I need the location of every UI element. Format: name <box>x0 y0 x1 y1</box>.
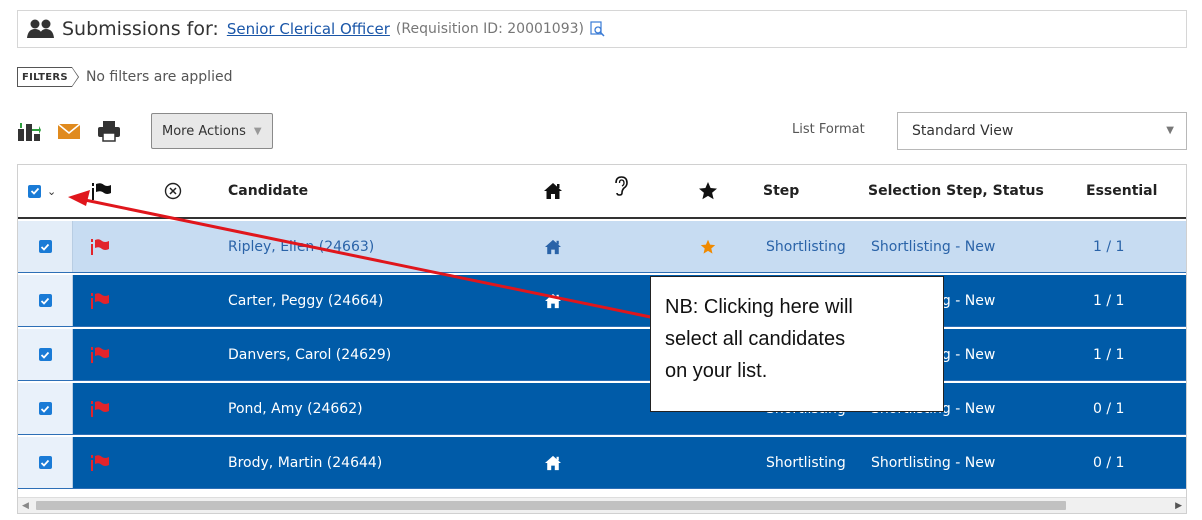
list-format-value: Standard View <box>912 123 1014 139</box>
people-icon <box>26 18 56 40</box>
table-row[interactable]: Danvers, Carol (24629)ShortlistingShortl… <box>18 329 1186 381</box>
row-checkbox[interactable] <box>38 294 52 307</box>
row-checkbox[interactable] <box>38 456 52 469</box>
email-icon[interactable] <box>57 120 81 142</box>
status-cell[interactable]: Shortlisting - New <box>871 455 995 471</box>
candidate-name-link[interactable]: Ripley, Ellen (24663) <box>228 239 374 255</box>
toolbar: More Actions ▼ List Format Standard View… <box>17 112 1187 150</box>
essential-cell: 0 / 1 <box>1093 454 1125 471</box>
requisition-link[interactable]: Senior Clerical Officer <box>227 20 390 38</box>
column-header-essential[interactable]: Essential <box>1086 183 1157 199</box>
requisition-id: (Requisition ID: 20001093) <box>395 21 584 37</box>
status-cell[interactable]: Shortlisting - New <box>871 239 995 255</box>
home-icon <box>544 437 562 488</box>
chevron-down-icon[interactable]: ⌄ <box>47 185 56 198</box>
table-row[interactable]: Brody, Martin (24644) Shortlisting Shortli… <box>18 437 1186 489</box>
star-icon[interactable] <box>700 221 716 272</box>
table-row[interactable]: Ripley, Ellen (24663) Shortlisting Shortli… <box>18 221 1186 273</box>
horizontal-scrollbar[interactable]: ◀ ▶ <box>18 497 1186 513</box>
annotation-callout: NB: Clicking here will select all candid… <box>650 276 944 412</box>
page-title: Submissions for: <box>62 18 219 40</box>
table-row[interactable]: Carter, Peggy (24664)ShortlistingShortli… <box>18 275 1186 327</box>
essential-cell: 1 / 1 <box>1093 346 1125 363</box>
essential-cell: 1 / 1 <box>1093 292 1125 309</box>
step-cell: Shortlisting <box>766 238 846 255</box>
flag-icon[interactable] <box>90 437 110 488</box>
grid-header: ⌄ Candidate Step Selection Step, Status … <box>18 165 1186 219</box>
move-candidates-icon[interactable] <box>17 120 41 142</box>
flag-column-icon[interactable] <box>90 165 112 217</box>
candidate-name-link[interactable]: Danvers, Carol (24629) <box>228 347 391 363</box>
scroll-right-icon[interactable]: ▶ <box>1175 501 1182 511</box>
step-cell: Shortlisting <box>766 454 846 471</box>
candidate-name-link[interactable]: Carter, Peggy (24664) <box>228 293 383 309</box>
star-column-icon[interactable] <box>698 165 718 217</box>
ear-column-icon[interactable] <box>613 165 629 217</box>
list-format-select[interactable]: Standard View ▼ <box>897 112 1187 150</box>
essential-cell: 0 / 1 <box>1093 400 1125 417</box>
home-column-icon[interactable] <box>543 165 563 217</box>
scrollbar-thumb[interactable] <box>36 501 1066 510</box>
row-select-cell[interactable] <box>18 275 73 326</box>
filters-toggle[interactable]: FILTERS <box>17 67 79 87</box>
print-icon[interactable] <box>97 120 121 142</box>
list-format-label: List Format <box>792 122 865 137</box>
flag-icon[interactable] <box>90 383 110 434</box>
row-select-cell[interactable] <box>18 437 73 488</box>
more-actions-button[interactable]: More Actions ▼ <box>151 113 273 149</box>
select-all-control[interactable]: ⌄ <box>28 165 56 217</box>
table-row[interactable]: Pond, Amy (24662)ShortlistingShortlistin… <box>18 383 1186 435</box>
flag-icon[interactable] <box>90 329 110 380</box>
callout-line-2: select all candidates <box>665 328 846 350</box>
column-header-step[interactable]: Step <box>763 183 799 199</box>
withdrawn-column-icon[interactable] <box>164 165 182 217</box>
row-checkbox[interactable] <box>38 402 52 415</box>
caret-down-icon: ▼ <box>253 125 262 137</box>
candidate-name-link[interactable]: Pond, Amy (24662) <box>228 401 363 417</box>
callout-line-1: NB: Clicking here will <box>665 296 853 318</box>
column-header-selection-status[interactable]: Selection Step, Status <box>868 183 1044 199</box>
essential-cell: 1 / 1 <box>1093 238 1125 255</box>
caret-down-icon: ▼ <box>1166 125 1174 136</box>
home-icon <box>544 221 562 272</box>
row-checkbox[interactable] <box>38 240 52 253</box>
scroll-left-icon[interactable]: ◀ <box>22 501 29 511</box>
flag-icon[interactable] <box>90 275 110 326</box>
row-select-cell[interactable] <box>18 383 73 434</box>
filters-row: FILTERS No filters are applied <box>17 66 232 88</box>
candidate-name-link[interactable]: Brody, Martin (24644) <box>228 455 382 471</box>
select-all-checkbox[interactable] <box>28 184 41 198</box>
row-select-cell[interactable] <box>18 221 73 272</box>
filters-status: No filters are applied <box>85 69 233 85</box>
page-title-bar: Submissions for: Senior Clerical Officer… <box>17 10 1187 48</box>
more-actions-label: More Actions <box>162 123 246 139</box>
row-select-cell[interactable] <box>18 329 73 380</box>
magnify-icon[interactable] <box>590 21 606 37</box>
column-header-candidate[interactable]: Candidate <box>228 183 308 199</box>
flag-icon[interactable] <box>90 221 110 272</box>
home-icon <box>544 275 562 326</box>
candidates-grid: ⌄ Candidate Step Selection Step, Status … <box>17 164 1187 514</box>
callout-line-3: on your list. <box>665 360 768 382</box>
row-checkbox[interactable] <box>38 348 52 361</box>
